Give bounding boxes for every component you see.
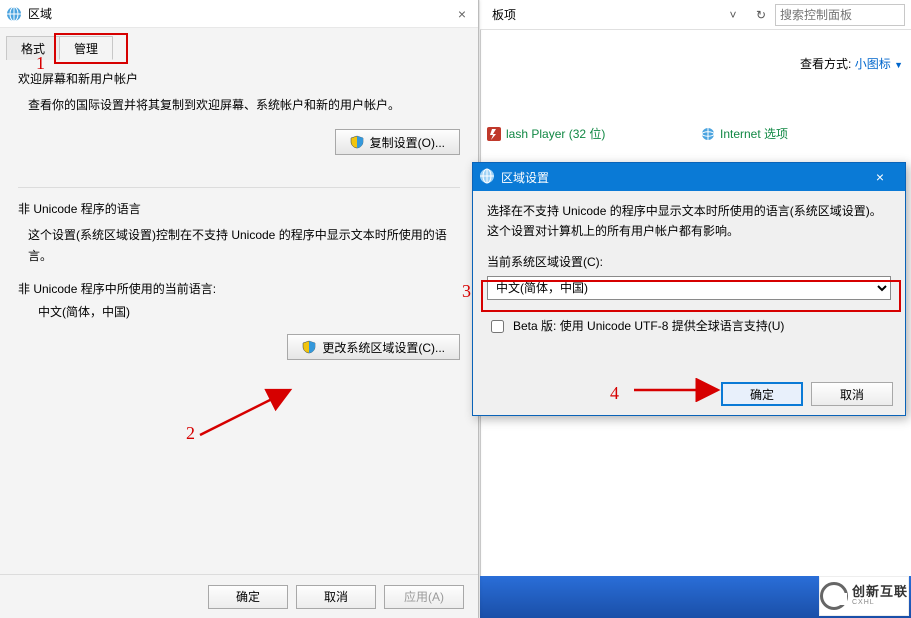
shield-icon: [302, 340, 316, 354]
globe-icon: [6, 6, 22, 22]
nonunicode-group: 非 Unicode 程序的语言 这个设置(系统区域设置)控制在不支持 Unico…: [18, 200, 460, 360]
search-input[interactable]: [775, 4, 905, 26]
cp-item-internet[interactable]: Internet 选项: [700, 125, 788, 142]
cp-item-label: Internet 选项: [720, 125, 788, 142]
region-title-text: 区域: [28, 5, 52, 22]
apply-button: 应用(A): [384, 585, 464, 609]
locale-dialog: 区域设置 × 选择在不支持 Unicode 的程序中显示文本时所使用的语言(系统…: [472, 162, 906, 416]
view-mode-label: 查看方式:: [800, 57, 851, 71]
locale-titlebar[interactable]: 区域设置 ×: [473, 163, 905, 191]
locale-select[interactable]: 中文(简体，中国): [487, 276, 891, 300]
locale-footer: 确定 取消: [473, 373, 905, 415]
locale-select-label: 当前系统区域设置(C):: [487, 252, 891, 272]
copy-settings-label: 复制设置(O)...: [370, 134, 445, 151]
flash-icon: [486, 126, 502, 142]
region-titlebar[interactable]: 区域 ×: [0, 0, 478, 28]
change-locale-button[interactable]: 更改系统区域设置(C)...: [287, 334, 460, 360]
current-lang-value: 中文(简体，中国): [38, 303, 460, 320]
tabs-row: 格式 管理: [0, 28, 478, 60]
beta-utf8-label: Beta 版: 使用 Unicode UTF-8 提供全球语言支持(U): [513, 316, 784, 336]
cp-item-flash[interactable]: lash Player (32 位): [486, 125, 605, 142]
view-mode-row: 查看方式: 小图标 ▼: [480, 55, 903, 77]
globe-icon: [479, 168, 495, 187]
dropdown-icon[interactable]: ˅: [721, 4, 745, 26]
locale-desc: 选择在不支持 Unicode 的程序中显示文本时所使用的语言(系统区域设置)。这…: [487, 201, 891, 242]
close-icon[interactable]: ×: [452, 6, 472, 22]
tab-format[interactable]: 格式: [6, 36, 60, 60]
welcome-title: 欢迎屏幕和新用户帐户: [18, 70, 460, 87]
logo-text: 创新互联 CXHL: [852, 585, 908, 607]
nonunicode-title: 非 Unicode 程序的语言: [18, 200, 460, 217]
locale-title-text: 区域设置: [501, 169, 549, 186]
region-body: 欢迎屏幕和新用户帐户 查看你的国际设置并将其复制到欢迎屏幕、系统帐户和新的用户帐…: [0, 60, 478, 360]
cancel-button[interactable]: 取消: [296, 585, 376, 609]
shield-icon: [350, 135, 364, 149]
refresh-icon[interactable]: ↻: [749, 4, 773, 26]
breadcrumb-segment[interactable]: 板项: [486, 6, 522, 23]
ok-button[interactable]: 确定: [208, 585, 288, 609]
region-dialog: 区域 × 格式 管理 欢迎屏幕和新用户帐户 查看你的国际设置并将其复制到欢迎屏幕…: [0, 0, 479, 618]
welcome-desc: 查看你的国际设置并将其复制到欢迎屏幕、系统帐户和新的用户帐户。: [28, 95, 460, 115]
cp-item-label: lash Player (32 位): [506, 125, 605, 142]
internet-icon: [700, 126, 716, 142]
brand-logo: 创新互联 CXHL: [819, 576, 909, 616]
change-locale-label: 更改系统区域设置(C)...: [322, 339, 445, 356]
control-panel-toolbar: 板项 ˅ ↻: [480, 0, 911, 30]
cancel-button[interactable]: 取消: [811, 382, 893, 406]
copy-settings-button[interactable]: 复制设置(O)...: [335, 129, 460, 155]
welcome-group: 欢迎屏幕和新用户帐户 查看你的国际设置并将其复制到欢迎屏幕、系统帐户和新的用户帐…: [18, 70, 460, 169]
ok-button[interactable]: 确定: [721, 382, 803, 406]
beta-utf8-checkbox[interactable]: [491, 320, 504, 333]
view-mode-link[interactable]: 小图标 ▼: [855, 57, 903, 71]
nonunicode-desc: 这个设置(系统区域设置)控制在不支持 Unicode 的程序中显示文本时所使用的…: [28, 225, 460, 266]
current-lang-label: 非 Unicode 程序中所使用的当前语言:: [18, 280, 460, 297]
region-footer: 确定 取消 应用(A): [0, 574, 478, 618]
close-icon[interactable]: ×: [861, 166, 899, 188]
locale-body: 选择在不支持 Unicode 的程序中显示文本时所使用的语言(系统区域设置)。这…: [473, 191, 905, 347]
tab-admin[interactable]: 管理: [59, 36, 113, 60]
logo-icon: [820, 582, 848, 610]
